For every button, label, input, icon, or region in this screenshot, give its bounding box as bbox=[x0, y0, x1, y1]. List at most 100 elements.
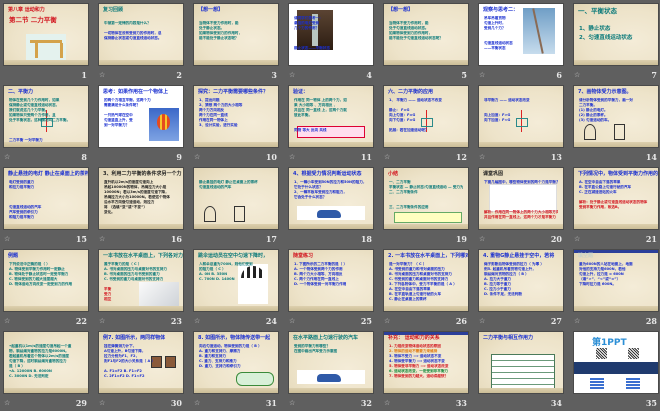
animation-star-icon[interactable]: ☆ bbox=[99, 71, 105, 79]
animation-star-icon[interactable]: ☆ bbox=[289, 399, 295, 407]
animation-star-icon[interactable]: ☆ bbox=[99, 317, 105, 325]
slide-title: 4. 重物G静止悬挂于空中，若将 bbox=[483, 253, 555, 259]
slide-cell: 请同学们思考一： 悬挂的电灯受到 几个力的作用？ 静止状态——平衡状态 ☆ 4 bbox=[288, 3, 374, 83]
slide-thumbnail[interactable]: 验证： 作用在 同一物体 上的两个力，如果 大小相等 、方向相反 、并且在 同一直… bbox=[288, 85, 374, 148]
slide-thumbnail[interactable]: 4、根据受力情况判断运动状态 1、一辆小车受到50N的拉力和50N的阻力， 它处于什… bbox=[288, 167, 374, 230]
belt-image bbox=[236, 372, 274, 386]
animation-star-icon[interactable]: ☆ bbox=[479, 153, 485, 161]
animation-star-icon[interactable]: ☆ bbox=[384, 399, 390, 407]
slide-text-line: 静止状态——平衡状态 bbox=[294, 46, 330, 50]
animation-star-icon[interactable]: ☆ bbox=[574, 317, 580, 325]
animation-star-icon[interactable]: ☆ bbox=[574, 71, 580, 79]
slide-title: 第八章 运动和力 bbox=[8, 7, 45, 13]
slide-thumbnail[interactable]: 填空题 重为600N的人站在地面上，地面 对他的支持力是600N，若他 匀速上升，拉力… bbox=[573, 249, 659, 312]
slide-body: 一、二力平衡平衡状态 — 静止状态/匀速直线运动 — 受力为平衡力二、二力平衡条… bbox=[389, 180, 463, 210]
slide-body: 静止悬挂的电灯 静止在桌面上的茶杯 匀速直线运动的汽车 bbox=[199, 180, 273, 190]
slide-title: 跳伞运动员在空中匀速下降时， bbox=[198, 253, 269, 259]
slide-thumbnail[interactable]: 补充： 运动和力的关系 1. 力是改变物体运动状态的原因 2. 物体的运动不需要力来… bbox=[383, 331, 469, 394]
slide-cell: 观察与思考二： 吊车吊着货物 匀速上升时， 受到几个力？ 匀速直线运动状态 ——平衡状… bbox=[478, 3, 564, 83]
slide-title: 课堂巩固 bbox=[483, 171, 504, 177]
animation-star-icon[interactable]: ☆ bbox=[289, 153, 295, 161]
animation-star-icon[interactable]: ☆ bbox=[4, 235, 10, 243]
slide-body: 1、一辆小车受到50N的拉力和50N的阻力， 它处于什么状态？ 2、一辆平板车受到拉… bbox=[294, 180, 368, 200]
slide-title: 补充： 运动和力的关系 bbox=[388, 335, 440, 341]
slide-thumbnail[interactable]: 探究：二力平衡需要哪些条件？ 1、提出问题 2、猜想 两个力的大小相等 两个力方向相… bbox=[193, 85, 279, 148]
slide-thumbnail[interactable]: 例题 下列说法中正确的是（ ） A. 物体受到平衡力作用时一定静止 B. 物体处于静止… bbox=[3, 249, 89, 312]
animation-star-icon[interactable]: ☆ bbox=[289, 71, 295, 79]
slide-thumbnail[interactable]: 请同学们思考一： 悬挂的电灯受到 几个力的作用？ 静止状态——平衡状态 bbox=[288, 3, 374, 66]
slide-number: 20 bbox=[550, 234, 562, 244]
slide-thumbnail[interactable]: 思考：如果作用在一个物体上 的两个力相互平衡，这两个力 需要满足什么条件呢？ 一只热… bbox=[98, 85, 184, 148]
slide-body: 物体在受到几个力作用时，如果 保持静止或匀速直线运动状态， 我们就说这几个力平衡。 … bbox=[9, 98, 83, 143]
slide-thumbnail[interactable]: 静止悬挂的电灯 静止在桌面上的茶杯 电灯受到的重力 和拉力是平衡力 匀速直线运动的汽… bbox=[3, 167, 89, 230]
animation-star-icon[interactable]: ☆ bbox=[479, 235, 485, 243]
slide-text-line: C. 700N D. 1400N bbox=[199, 277, 235, 281]
slide-text-line: 3、设计实验，进行实验 bbox=[199, 123, 238, 127]
slide-thumbnail[interactable]: 2. 一本书放在水平桌面上，下列哪对力中是一对平衡力？（ C ）A. 书受到的重… bbox=[383, 249, 469, 312]
animation-star-icon[interactable]: ☆ bbox=[384, 317, 390, 325]
slide-thumbnail[interactable]: 3、利用二力平衡的条件求另一个力 直升机以2m/s的速度匀速向上 吊起10000N… bbox=[98, 167, 184, 230]
slide-number: 23 bbox=[170, 316, 182, 326]
animation-star-icon[interactable]: ☆ bbox=[479, 317, 485, 325]
slide-thumbnail[interactable]: 一、平衡状态 1、静止状态 2、匀速直线运动状态 bbox=[573, 3, 659, 66]
animation-star-icon[interactable]: ☆ bbox=[289, 317, 295, 325]
slide-thumbnail[interactable]: 【想一想】 当物体不受力作用时，能 处于静止状态。 如果物体受到力的作用时， 能不能… bbox=[193, 3, 279, 66]
slide-thumbnail[interactable]: 小结一、二力平衡平衡状态 — 静止状态/匀速直线运动 — 受力为平衡力二、二力平… bbox=[383, 167, 469, 230]
slide-thumbnail[interactable]: 复习回顾 牛顿第一定律的内容是什么？ 一切物体在没有受到力的作用时，总 保持静止状… bbox=[98, 3, 184, 66]
animation-star-icon[interactable]: ☆ bbox=[194, 153, 200, 161]
slide-thumbnail[interactable]: 观察与思考二： 吊车吊着货物 匀速上升时， 受到几个力？ 匀速直线运动状态 ——平衡状… bbox=[478, 3, 564, 66]
slide-thumbnail[interactable]: •起重机以1m/s的速度匀速吊起一个重 物，钢丝绳对重物的拉力是6000N。 若起重… bbox=[3, 331, 89, 394]
slide-body: 向右匀速运动，物体受到的力是（ B ） A. 重力和支持力、摩擦力 B. 重力和支持… bbox=[199, 344, 273, 369]
slide-body: 受到的平衡力有哪些？ 在图中画出汽车受力示意图 bbox=[294, 344, 368, 354]
slide-number: 29 bbox=[75, 398, 87, 408]
animation-star-icon[interactable]: ☆ bbox=[99, 235, 105, 243]
slide-thumbnail[interactable]: 【想一想】 当物体不受力作用时，能 处于匀速直线运动状态。 如果物体受到力的作用时… bbox=[383, 3, 469, 66]
slide-number: 9 bbox=[176, 152, 182, 162]
animation-star-icon[interactable]: ☆ bbox=[99, 399, 105, 407]
animation-star-icon[interactable]: ☆ bbox=[479, 71, 485, 79]
slide-number: 14 bbox=[645, 152, 657, 162]
slide-title: 二力平衡与相互作用力 bbox=[483, 335, 534, 341]
animation-star-icon[interactable]: ☆ bbox=[574, 235, 580, 243]
slide-thumbnail[interactable]: 随堂练习 1. 下图所示的二力平衡的是（ ） A. 一个物体受到两个力的作用 B. 两… bbox=[288, 249, 374, 312]
slide-thumbnail[interactable]: 下列情况中，物体受到平衡力作用的是（ ） A. 在空中自由下落的苹果B. 在平直公… bbox=[573, 167, 659, 230]
slide-text-line: 拓展：若在加速运动呢？ bbox=[389, 128, 429, 132]
animation-star-icon[interactable]: ☆ bbox=[4, 399, 10, 407]
animation-star-icon[interactable]: ☆ bbox=[4, 153, 10, 161]
slide-thumbnail[interactable]: 8. 如图所示，物体随传送带一起 向右匀速运动，物体受到的力是（ B ） A. 重力… bbox=[193, 331, 279, 394]
slide-thumbnail[interactable]: 在水平路面上匀速行驶的汽车 受到的平衡力有哪些？ 在图中画出汽车受力示意图 bbox=[288, 331, 374, 394]
slide-thumbnail[interactable]: 跳伞运动员在空中匀速下降时， 人和伞总重为700N，则他们受到 的阻力是（ C ） A… bbox=[193, 249, 279, 312]
slide-body: 1. 力是改变物体运动状态的原因 2. 物体的运动不需要力来维持 3. 物体不受力 … bbox=[389, 344, 463, 379]
car-image bbox=[297, 370, 365, 384]
slide-title: 【想一想】 bbox=[388, 7, 414, 13]
animation-star-icon[interactable]: ☆ bbox=[194, 399, 200, 407]
slide-text-line: 下降时拉力是 600N。 bbox=[579, 282, 616, 286]
slide-number: 35 bbox=[645, 398, 657, 408]
slide-thumbnail[interactable]: 第八章 运动和力 第二节 二力平衡 bbox=[3, 3, 89, 66]
slide-thumbnail[interactable]: 课堂巩固下面几幅图中，哪些物体受到的两个力是平衡力？ 解析：作用在同一物体上的两… bbox=[478, 167, 564, 230]
slide-cell: 复习回顾 牛顿第一定律的内容是什么？ 一切物体在没有受到力的作用时，总 保持静止状… bbox=[98, 3, 184, 83]
slide-thumbnail[interactable]: 第1PPT bbox=[573, 331, 659, 394]
slide-thumbnail[interactable]: 二力平衡与相互作用力 bbox=[478, 331, 564, 394]
lamp-image bbox=[202, 206, 272, 225]
slide-cell: 4. 重物G静止悬挂于空中，若将 绳子剪断后物体受到的拉力（ 为零 ）例5. 起重… bbox=[478, 249, 564, 329]
slide-thumbnail[interactable]: 六、二力平衡的应用 1、 平衡力 —— 运动状态不改变 静止： F=G 向上匀速：… bbox=[383, 85, 469, 148]
slide-text-line: 它会处于什么状态？ bbox=[294, 195, 327, 199]
slide-thumbnail[interactable]: 一本书放在水平桌面上，下列各对力中 属于平衡力的是（ C ） A. 书对桌面的压力与… bbox=[98, 249, 184, 312]
slide-body: 1、静止状态 2、匀速直线运动状态 bbox=[579, 16, 653, 43]
slide-title: 下列情况中，物体受到平衡力作用的是（ ） bbox=[578, 171, 659, 177]
slide-thumbnail[interactable]: 例7. 如图所示，两同样物体 挂在弹簧测力计下， A匀速上升，B匀速下降， 拉力分别为… bbox=[98, 331, 184, 394]
slide-thumbnail[interactable]: 7、画物体受力示意图。 请分析物体受到的平衡力，画一对 二力平衡。 (1) 静止的电灯… bbox=[573, 85, 659, 148]
slide-thumbnail[interactable]: 非平衡力 —— 运动状态改变 向上加速：F>G 向下加速：F<G bbox=[478, 85, 564, 148]
animation-star-icon[interactable]: ☆ bbox=[4, 317, 10, 325]
animation-star-icon[interactable]: ☆ bbox=[194, 317, 200, 325]
slide-thumbnail[interactable]: 4. 重物G静止悬挂于空中，若将 绳子剪断后物体受到的拉力（ 为零 ）例5. 起重… bbox=[478, 249, 564, 312]
slide-title: 二、平衡力 bbox=[8, 89, 34, 95]
slide-body: 吊车吊着货物 匀速上升时， 受到几个力？ 匀速直线运动状态 ——平衡状态 bbox=[484, 16, 558, 51]
slide-cell: 二、平衡力 物体在受到几个力作用时，如果 保持静止或匀速直线运动状态， 我们就说这几… bbox=[3, 85, 89, 165]
slide-body: 1、提出问题 2、猜想 两个力的大小相等 两个力方向相反 两个力在同一直线 作用在… bbox=[199, 98, 273, 128]
slide-body: 下面几幅图中，哪些物体受到的两个力是平衡力？ 解析：作用在同一物体上的两个力大小… bbox=[484, 180, 558, 220]
slide-thumbnail[interactable]: 二、平衡力 物体在受到几个力作用时，如果 保持静止或匀速直线运动状态， 我们就说这几… bbox=[3, 85, 89, 148]
slide-thumbnail[interactable]: 静止悬挂的电灯 静止在桌面上的茶杯 匀速直线运动的汽车 bbox=[193, 167, 279, 230]
animation-star-icon[interactable]: ☆ bbox=[384, 153, 390, 161]
